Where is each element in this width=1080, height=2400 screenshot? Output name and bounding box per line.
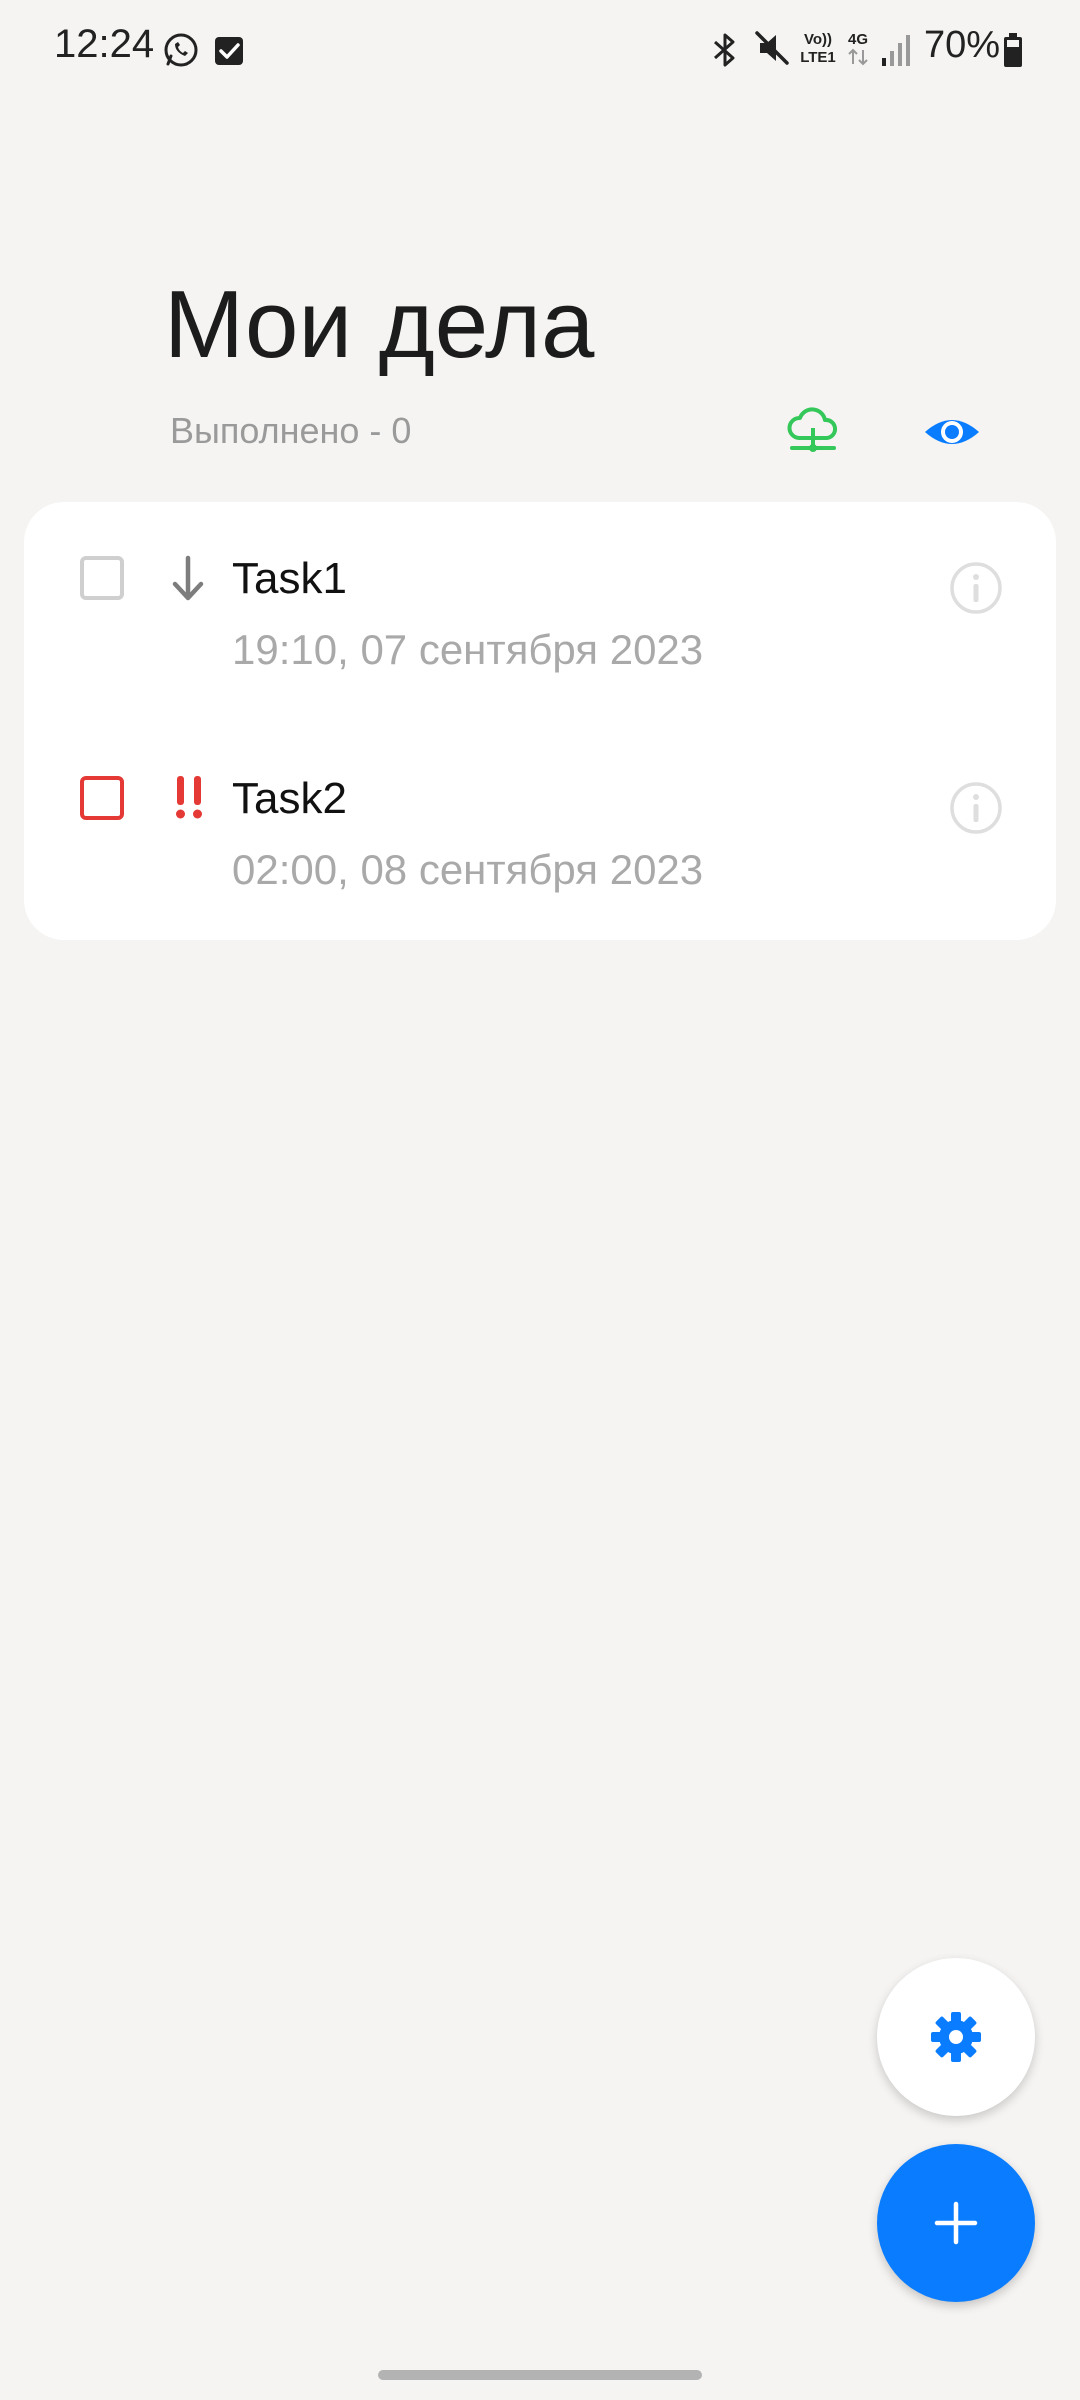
eye-icon[interactable] — [922, 404, 982, 460]
task-checkbox[interactable] — [80, 556, 124, 600]
status-bar: 12:24 Vo)) LTE1 4G 70% — [0, 0, 1080, 96]
task-title: Task1 — [232, 554, 347, 603]
volte-icon: Vo)) LTE1 — [800, 31, 836, 66]
arrow-down-icon — [172, 555, 204, 601]
add-task-button[interactable] — [877, 2144, 1035, 2302]
cloud-sync-icon[interactable] — [784, 404, 842, 460]
task-date: 19:10, 07 сентября 2023 — [232, 626, 704, 673]
svg-text:Vo)): Vo)) — [804, 31, 832, 48]
task-checkbox[interactable] — [80, 776, 124, 820]
whatsapp-icon — [164, 33, 198, 67]
task-list: Task1 19:10, 07 сентября 2023 Task2 02:0… — [24, 502, 1056, 940]
page-title: Мои дела — [164, 271, 595, 378]
home-indicator[interactable] — [378, 2370, 702, 2380]
task-date: 02:00, 08 сентября 2023 — [232, 846, 704, 893]
bluetooth-icon — [714, 33, 735, 67]
task-item[interactable]: Task2 02:00, 08 сентября 2023 — [24, 722, 1056, 922]
done-counter: Выполнено - 0 — [170, 410, 412, 451]
settings-button[interactable] — [877, 1958, 1035, 2116]
task-check-icon — [215, 37, 243, 65]
mute-icon — [755, 31, 789, 65]
status-time: 12:24 — [54, 22, 155, 66]
task-item[interactable]: Task1 19:10, 07 сентября 2023 — [24, 502, 1056, 702]
svg-text:LTE1: LTE1 — [800, 49, 836, 66]
plus-icon — [934, 2201, 978, 2245]
gear-icon — [931, 2012, 981, 2062]
signal-icon — [882, 35, 910, 66]
battery-icon — [1004, 33, 1022, 67]
battery-percent: 70% — [924, 24, 1001, 66]
info-icon[interactable] — [948, 560, 1004, 616]
double-exclamation-icon — [176, 776, 202, 819]
task-title: Task2 — [232, 774, 347, 823]
svg-text:4G: 4G — [848, 31, 868, 48]
4g-icon: 4G — [848, 31, 868, 66]
info-icon[interactable] — [948, 780, 1004, 836]
